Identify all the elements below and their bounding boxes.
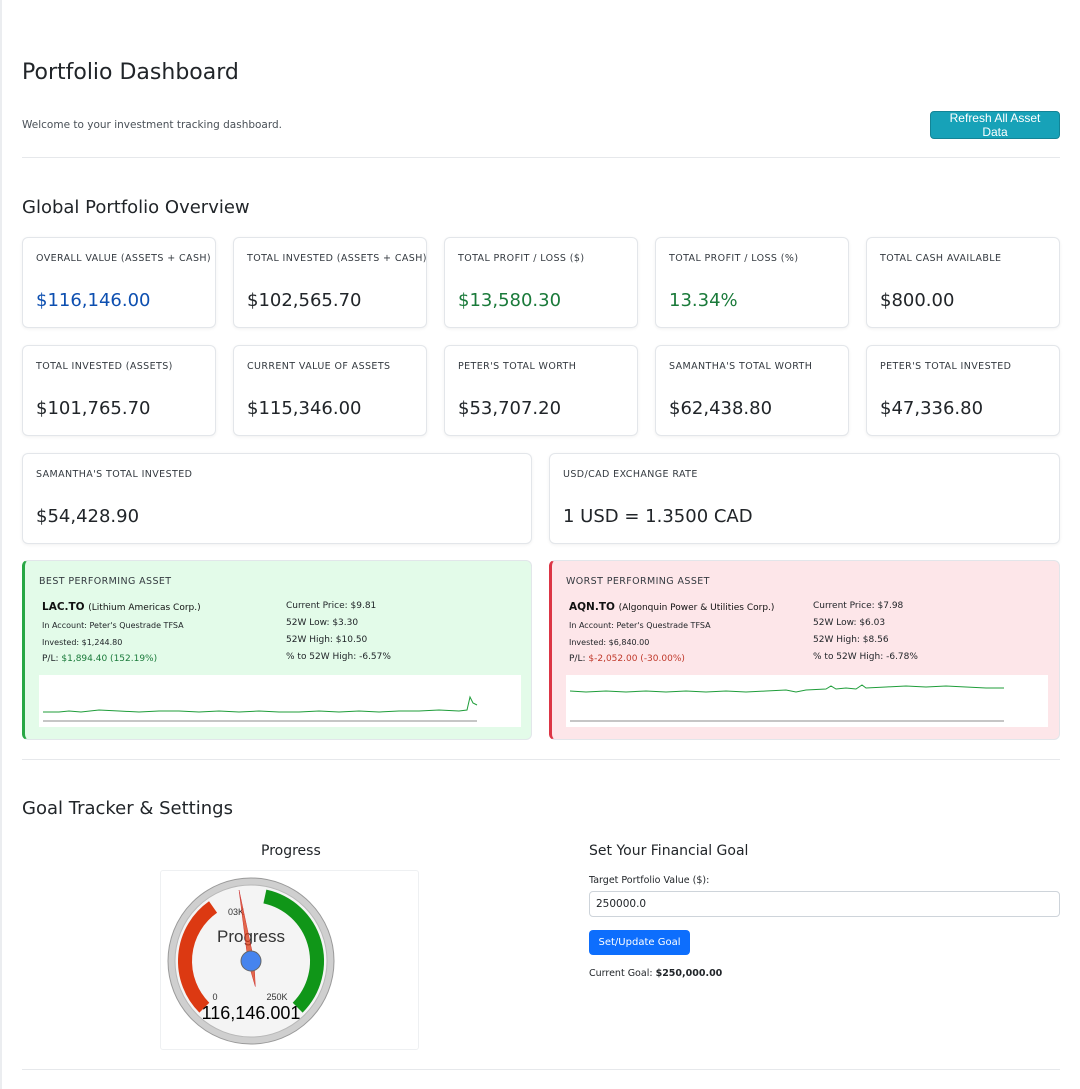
stat-value: $116,146.00: [36, 290, 151, 311]
stat-label: Total Invested (Assets): [36, 361, 173, 372]
left-edge-border: [0, 0, 2, 1089]
stat-value: $800.00: [880, 290, 955, 311]
goal-form-title: Set Your Financial Goal: [589, 843, 749, 859]
stat-label: Peter's Total Worth: [458, 361, 577, 372]
pl-label: P/L:: [569, 654, 586, 664]
stat-card-peter-worth: Peter's Total Worth $53,707.20: [444, 345, 638, 436]
divider: [22, 157, 1060, 158]
progress-gauge: 03K Progress 0 250K 116,146.001: [167, 877, 335, 1045]
divider: [22, 759, 1060, 760]
pct-to-high: % to 52W High: -6.57%: [286, 652, 391, 662]
stat-card-profit-loss-percent: Total Profit / Loss (%) 13.34%: [655, 237, 849, 328]
invested-text: Invested: $6,840.00: [569, 638, 650, 647]
current-price: Current Price: $7.98: [813, 601, 904, 611]
stat-value: $47,336.80: [880, 398, 984, 419]
current-goal-label: Current Goal:: [589, 968, 653, 979]
stat-label: Samantha's Total Invested: [36, 469, 193, 480]
account-text: In Account: Peter's Questrade TFSA: [569, 621, 711, 630]
stat-card-overall-value: Overall Value (Assets + Cash) $116,146.0…: [22, 237, 216, 328]
low-52w: 52W Low: $6.03: [813, 618, 886, 628]
stat-value: 1 USD = 1.3500 CAD: [563, 506, 753, 527]
current-price: Current Price: $9.81: [286, 601, 377, 611]
best-title: Best Performing Asset: [39, 576, 172, 587]
goal-section-title: Goal Tracker & Settings: [22, 798, 233, 819]
stat-label: USD/CAD Exchange Rate: [563, 469, 698, 480]
pl-value: $1,894.40 (152.19%): [61, 654, 158, 664]
best-sparkline: [39, 675, 521, 727]
high-52w: 52W High: $10.50: [286, 635, 368, 645]
target-value-input[interactable]: [589, 891, 1060, 917]
welcome-text: Welcome to your investment tracking dash…: [22, 119, 283, 131]
gauge-label: Progress: [217, 927, 285, 946]
ticker-symbol: AQN.TO: [569, 601, 615, 613]
progress-gauge-panel: 03K Progress 0 250K 116,146.001: [160, 870, 419, 1050]
stat-value: 13.34%: [669, 290, 738, 311]
high-52w: 52W High: $8.56: [813, 635, 889, 645]
stat-value: $102,565.70: [247, 290, 362, 311]
overview-title: Global Portfolio Overview: [22, 197, 250, 218]
low-52w: 52W Low: $3.30: [286, 618, 359, 628]
worst-title: Worst Performing Asset: [566, 576, 710, 587]
stat-card-total-invested: Total Invested (Assets + Cash) $102,565.…: [233, 237, 427, 328]
stat-card-current-value-assets: Current Value of Assets $115,346.00: [233, 345, 427, 436]
stat-label: Total Invested (Assets + Cash): [247, 253, 427, 264]
stat-value: $101,765.70: [36, 398, 151, 419]
ticker-symbol: LAC.TO: [42, 601, 85, 613]
target-value-label: Target Portfolio Value ($):: [589, 875, 710, 886]
stat-card-peter-invested: Peter's Total Invested $47,336.80: [866, 345, 1060, 436]
stat-card-exchange-rate: USD/CAD Exchange Rate 1 USD = 1.3500 CAD: [549, 453, 1060, 544]
stat-value: $62,438.80: [669, 398, 773, 419]
best-ticker: LAC.TO (Lithium Americas Corp.): [42, 601, 201, 613]
invested-text: Invested: $1,244.80: [42, 638, 123, 647]
stat-label: Total Profit / Loss (%): [669, 253, 799, 264]
page-title: Portfolio Dashboard: [22, 60, 239, 85]
set-goal-button[interactable]: Set/Update Goal: [589, 930, 690, 955]
worst-performing-card: Worst Performing Asset AQN.TO (Algonquin…: [549, 560, 1060, 740]
stat-label: Peter's Total Invested: [880, 361, 1012, 372]
stat-label: Total Profit / Loss ($): [458, 253, 585, 264]
pl-label: P/L:: [42, 654, 59, 664]
sparkline-line: [569, 684, 1004, 693]
current-goal-value: $250,000.00: [655, 968, 723, 979]
worst-ticker: AQN.TO (Algonquin Power & Utilities Corp…: [569, 601, 774, 613]
account-text: In Account: Peter's Questrade TFSA: [42, 621, 184, 630]
refresh-all-button[interactable]: Refresh All Asset Data: [930, 111, 1060, 139]
stat-value: $115,346.00: [247, 398, 362, 419]
stat-value: $54,428.90: [36, 506, 140, 527]
current-goal-text: Current Goal: $250,000.00: [589, 968, 722, 979]
stat-card-profit-loss-dollars: Total Profit / Loss ($) $13,580.30: [444, 237, 638, 328]
stat-value: $53,707.20: [458, 398, 562, 419]
company-name: (Algonquin Power & Utilities Corp.): [618, 603, 775, 613]
progress-title: Progress: [261, 843, 321, 859]
stat-label: Overall Value (Assets + Cash): [36, 253, 212, 264]
pl-value: $-2,052.00 (-30.00%): [588, 654, 685, 664]
pl-text: P/L: $1,894.40 (152.19%): [42, 654, 157, 664]
stat-value: $13,580.30: [458, 290, 562, 311]
stat-card-cash-available: Total Cash Available $800.00: [866, 237, 1060, 328]
gauge-min-label: 0: [212, 992, 217, 1002]
pl-text: P/L: $-2,052.00 (-30.00%): [569, 654, 685, 664]
worst-sparkline: [566, 675, 1048, 727]
divider: [22, 1069, 1060, 1070]
gauge-pivot: [240, 950, 262, 972]
stat-label: Current Value of Assets: [247, 361, 391, 372]
stat-card-samantha-invested: Samantha's Total Invested $54,428.90: [22, 453, 532, 544]
pct-to-high: % to 52W High: -6.78%: [813, 652, 918, 662]
gauge-max-label: 250K: [266, 992, 287, 1002]
company-name: (Lithium Americas Corp.): [88, 603, 201, 613]
stat-label: Samantha's Total Worth: [669, 361, 813, 372]
stat-card-samantha-worth: Samantha's Total Worth $62,438.80: [655, 345, 849, 436]
stat-card-invested-assets: Total Invested (Assets) $101,765.70: [22, 345, 216, 436]
gauge-value: 116,146.001: [202, 1003, 301, 1023]
best-performing-card: Best Performing Asset LAC.TO (Lithium Am…: [22, 560, 532, 740]
sparkline-line: [43, 695, 478, 713]
stat-label: Total Cash Available: [880, 253, 1002, 264]
